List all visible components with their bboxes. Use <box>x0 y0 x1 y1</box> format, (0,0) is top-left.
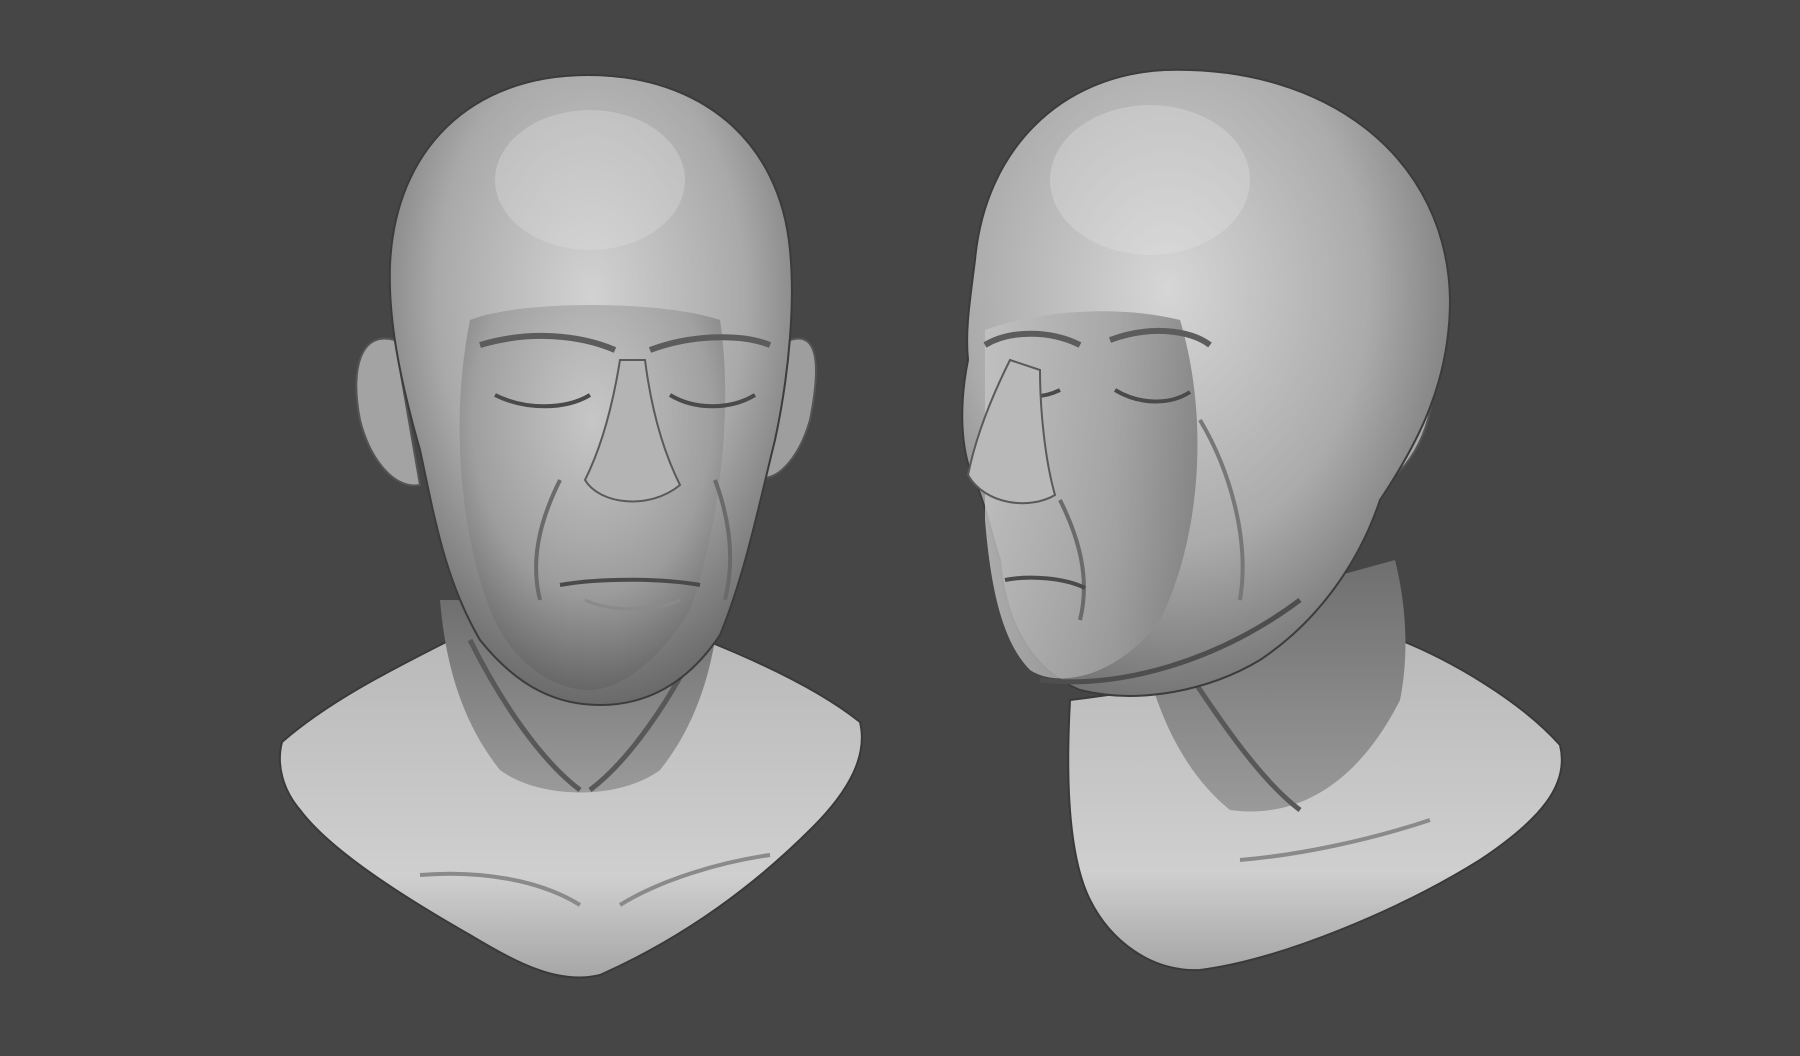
front-skull-highlight <box>495 110 685 250</box>
head-sculpt-front[interactable] <box>278 73 863 979</box>
tq-skull-highlight <box>1050 105 1250 255</box>
viewport-canvas[interactable] <box>0 0 1800 1056</box>
head-sculpt-three-quarter[interactable] <box>961 68 1563 972</box>
sculpt-viewport[interactable] <box>0 0 1800 1056</box>
